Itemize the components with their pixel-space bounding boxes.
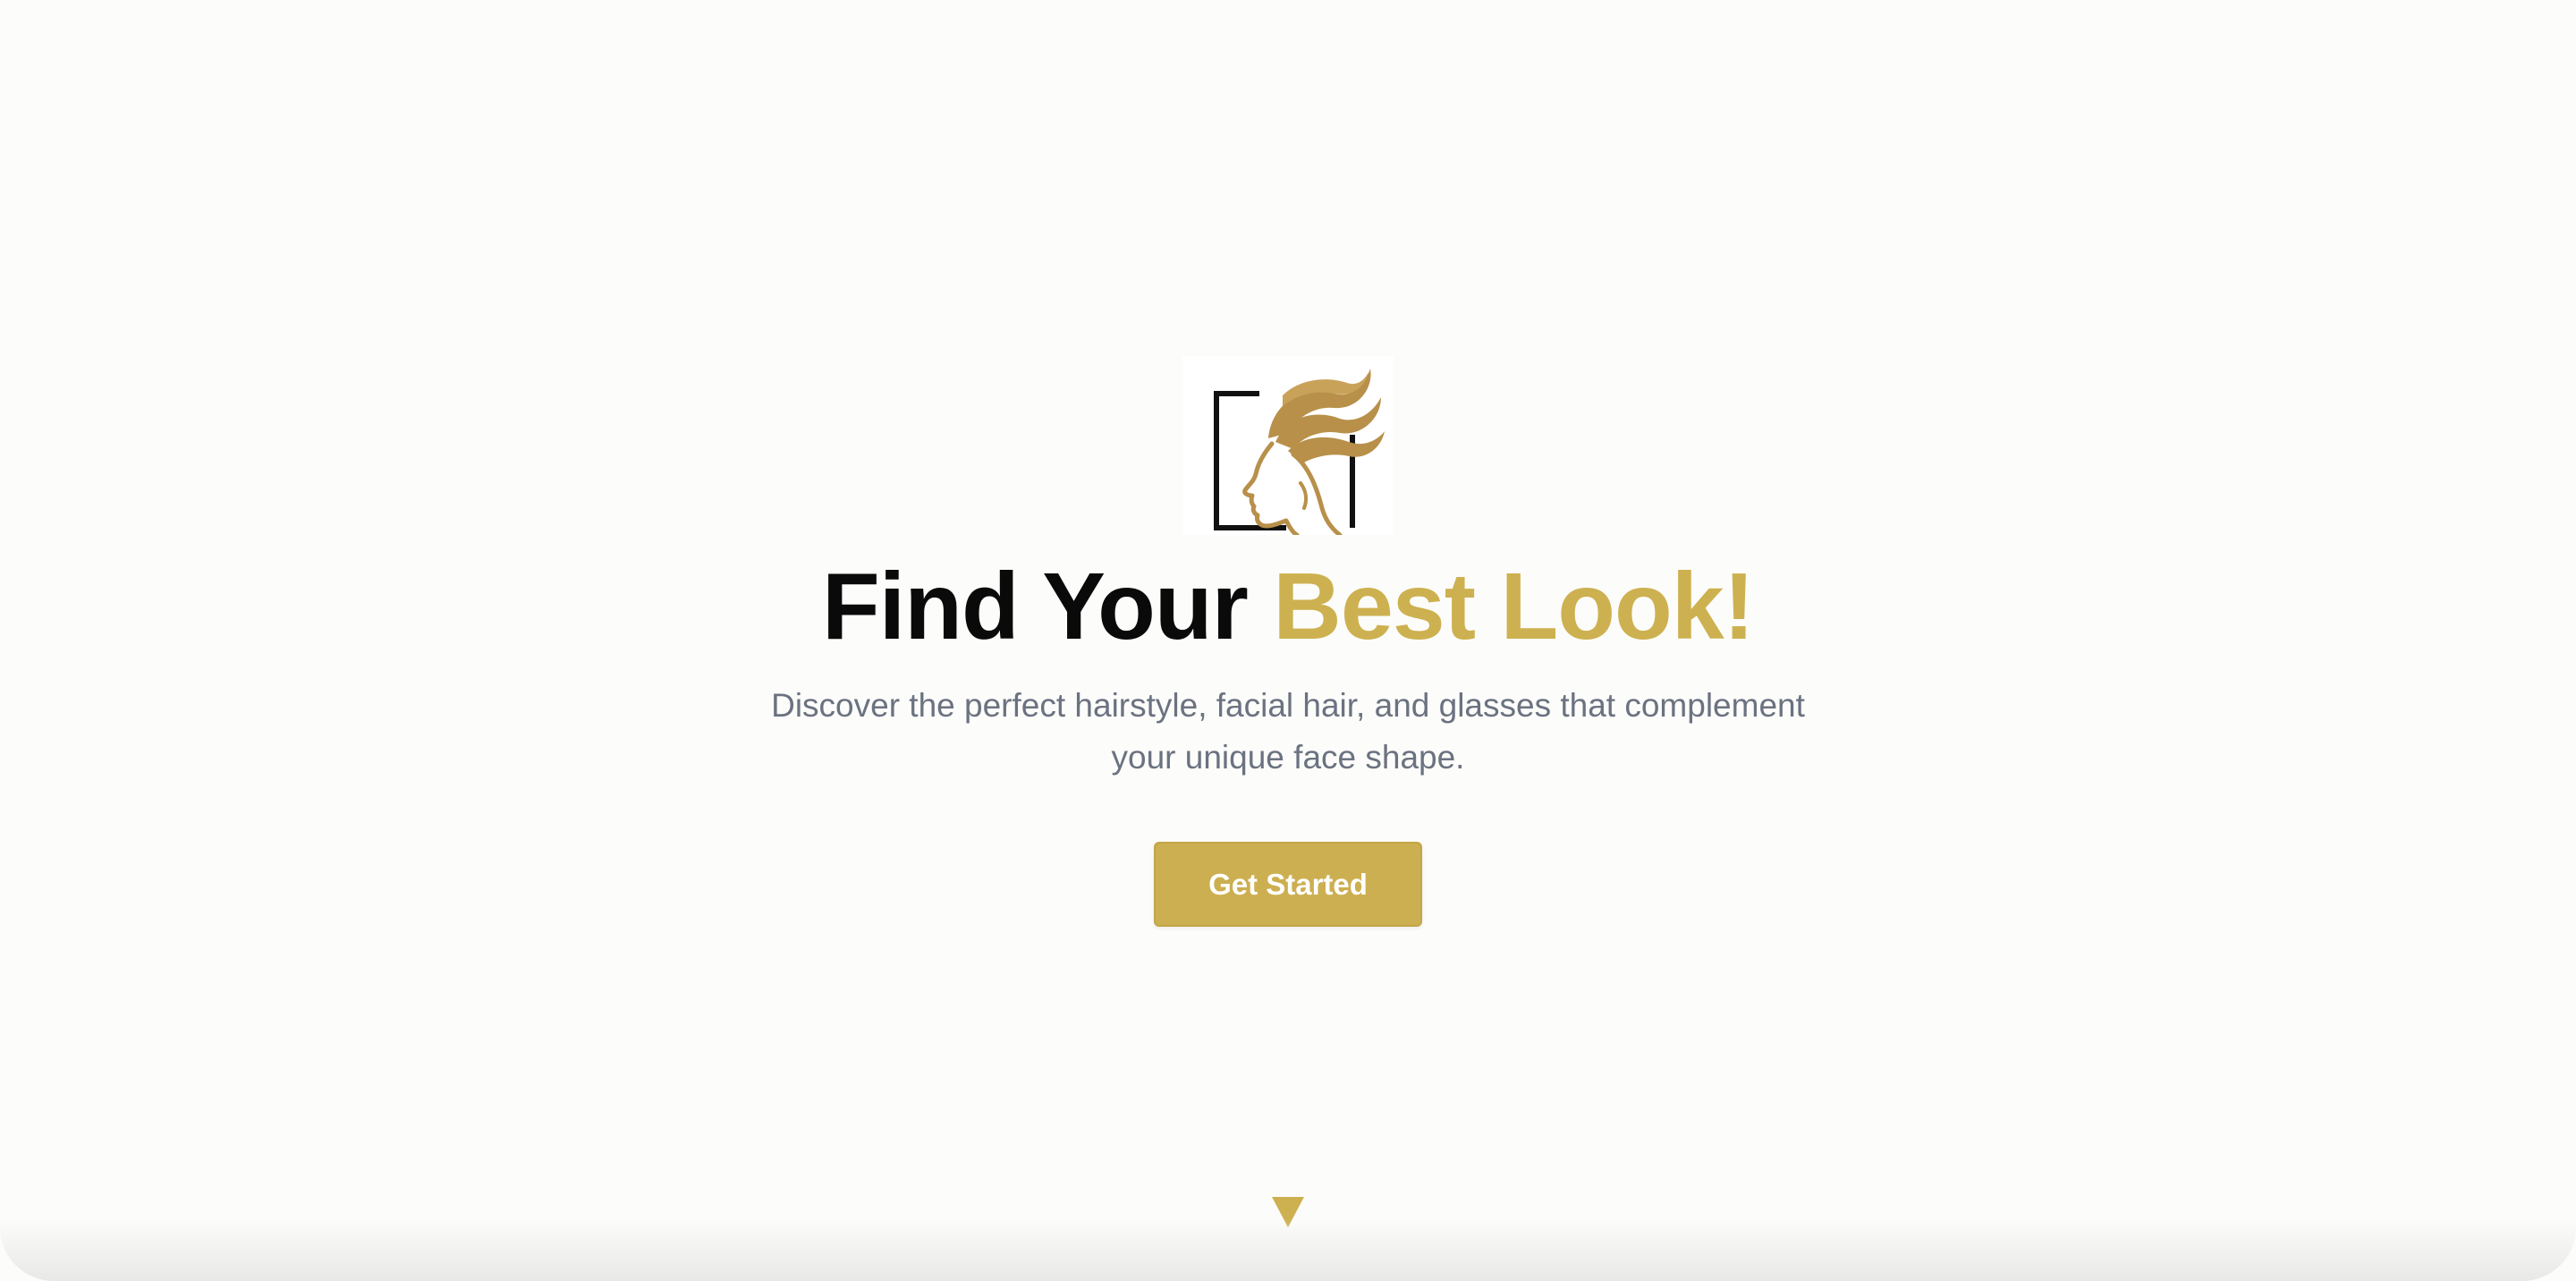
page-title: Find Your Best Look! bbox=[0, 549, 2576, 664]
logo bbox=[1182, 356, 1394, 535]
scroll-down-button[interactable] bbox=[1272, 1197, 1304, 1227]
triangle-down-icon bbox=[1272, 1197, 1304, 1227]
hero-section: Find Your Best Look! Discover the perfec… bbox=[0, 0, 2576, 1281]
title-accent: Best Look! bbox=[1273, 554, 1755, 659]
hero-subtitle: Discover the perfect hairstyle, facial h… bbox=[771, 687, 1805, 776]
landing-page: Find Your Best Look! Discover the perfec… bbox=[0, 0, 2576, 1281]
get-started-button[interactable]: Get Started bbox=[1154, 842, 1422, 927]
title-main: Find Your bbox=[822, 554, 1274, 659]
face-profile-logo-icon bbox=[1214, 369, 1385, 535]
